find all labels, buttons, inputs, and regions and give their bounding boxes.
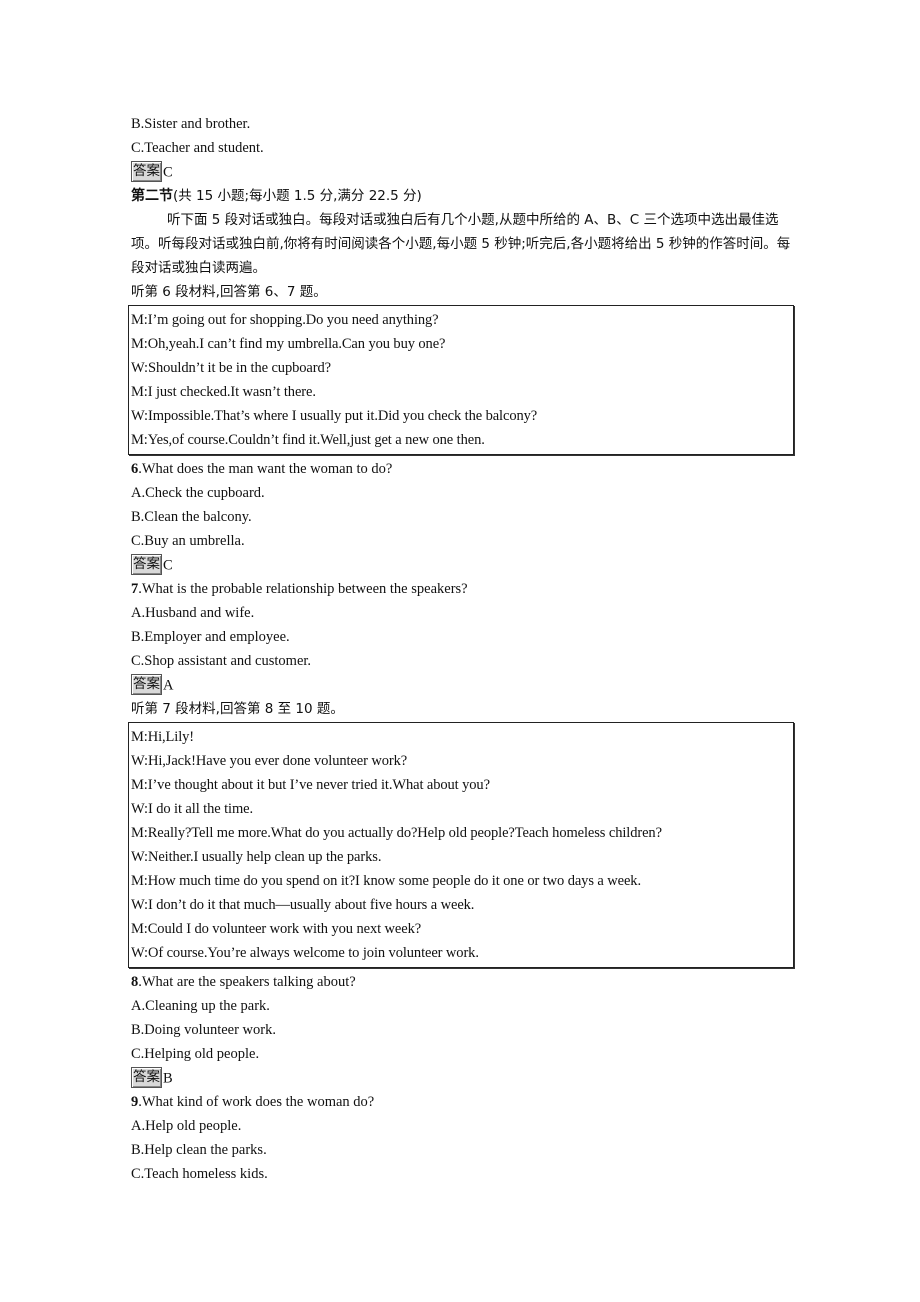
section-instructions: 听下面 5 段对话或独白。每段对话或独白后有几个小题,从题中所给的 A、B、C … — [131, 212, 791, 276]
question-text: .What kind of work does the woman do? — [138, 1094, 375, 1110]
option-b: B.Sister and brother. — [131, 116, 251, 132]
dialog-line: M:Could I do volunteer work with you nex… — [131, 921, 422, 937]
dialog-line: W:Impossible.That’s where I usually put … — [131, 408, 538, 424]
option-c: C.Helping old people. — [131, 1046, 260, 1062]
question-6: 6.What does the man want the woman to do… — [131, 457, 799, 481]
answer-badge[interactable]: 答案 — [131, 161, 162, 183]
dialog-box: M:I’m going out for shopping.Do you need… — [128, 305, 794, 455]
option-c: C.Shop assistant and customer. — [131, 653, 312, 669]
option-b: B.Clean the balcony. — [131, 509, 252, 525]
document-page: B.Sister and brother. C.Teacher and stud… — [128, 112, 799, 1186]
question-text: .What is the probable relationship betwe… — [138, 581, 468, 597]
material-intro: 听第 7 段材料,回答第 8 至 10 题。 — [131, 701, 344, 717]
answer-row: 答案 C — [131, 553, 799, 577]
dialog-line: W:Hi,Jack!Have you ever done volunteer w… — [131, 753, 408, 769]
dialog-line: W:Of course.You’re always welcome to joi… — [131, 945, 479, 961]
answer-badge[interactable]: 答案 — [131, 554, 162, 576]
dialog-line: W:I don’t do it that much—usually about … — [131, 897, 475, 913]
answer-value: C — [163, 164, 173, 181]
dialog-line: W:Neither.I usually help clean up the pa… — [131, 849, 382, 865]
option-c: C.Teacher and student. — [131, 140, 264, 156]
dialog-line: M:I’m going out for shopping.Do you need… — [131, 312, 439, 328]
answer-badge[interactable]: 答案 — [131, 1067, 162, 1089]
dialog-line: M:I’ve thought about it but I’ve never t… — [131, 777, 490, 793]
section-subtitle: (共 15 小题;每小题 1.5 分,满分 22.5 分) — [173, 188, 422, 204]
answer-row: 答案 B — [131, 1066, 799, 1090]
answer-row: 答案 A — [131, 673, 799, 697]
option-c: C.Teach homeless kids. — [131, 1166, 268, 1182]
question-9: 9.What kind of work does the woman do? — [131, 1090, 799, 1114]
option-a: A.Cleaning up the park. — [131, 998, 270, 1014]
question-text: .What does the man want the woman to do? — [138, 461, 393, 477]
answer-value: C — [163, 557, 173, 574]
answer-badge[interactable]: 答案 — [131, 674, 162, 696]
dialog-line: M:I just checked.It wasn’t there. — [131, 384, 316, 400]
answer-value: A — [163, 677, 174, 694]
section-heading: 第二节(共 15 小题;每小题 1.5 分,满分 22.5 分) — [131, 184, 799, 208]
dialog-line: W:Shouldn’t it be in the cupboard? — [131, 360, 331, 376]
option-a: A.Help old people. — [131, 1118, 242, 1134]
question-7: 7.What is the probable relationship betw… — [131, 577, 799, 601]
dialog-line: M:Really?Tell me more.What do you actual… — [131, 825, 662, 841]
dialog-line: W:I do it all the time. — [131, 801, 253, 817]
answer-value: B — [163, 1070, 173, 1087]
option-b: B.Help clean the parks. — [131, 1142, 267, 1158]
dialog-line: M:Hi,Lily! — [131, 729, 195, 745]
section-title: 第二节 — [131, 188, 173, 204]
option-a: A.Husband and wife. — [131, 605, 255, 621]
dialog-line: M:Yes,of course.Couldn’t find it.Well,ju… — [131, 432, 485, 448]
material-intro: 听第 6 段材料,回答第 6、7 题。 — [131, 284, 327, 300]
question-8: 8.What are the speakers talking about? — [131, 970, 799, 994]
option-b: B.Doing volunteer work. — [131, 1022, 276, 1038]
option-a: A.Check the cupboard. — [131, 485, 265, 501]
option-c: C.Buy an umbrella. — [131, 533, 245, 549]
answer-row: 答案 C — [131, 160, 799, 184]
option-b: B.Employer and employee. — [131, 629, 290, 645]
dialog-line: M:Oh,yeah.I can’t find my umbrella.Can y… — [131, 336, 446, 352]
dialog-box: M:Hi,Lily! W:Hi,Jack!Have you ever done … — [128, 722, 794, 968]
dialog-line: M:How much time do you spend on it?I kno… — [131, 873, 641, 889]
question-text: .What are the speakers talking about? — [138, 974, 356, 990]
